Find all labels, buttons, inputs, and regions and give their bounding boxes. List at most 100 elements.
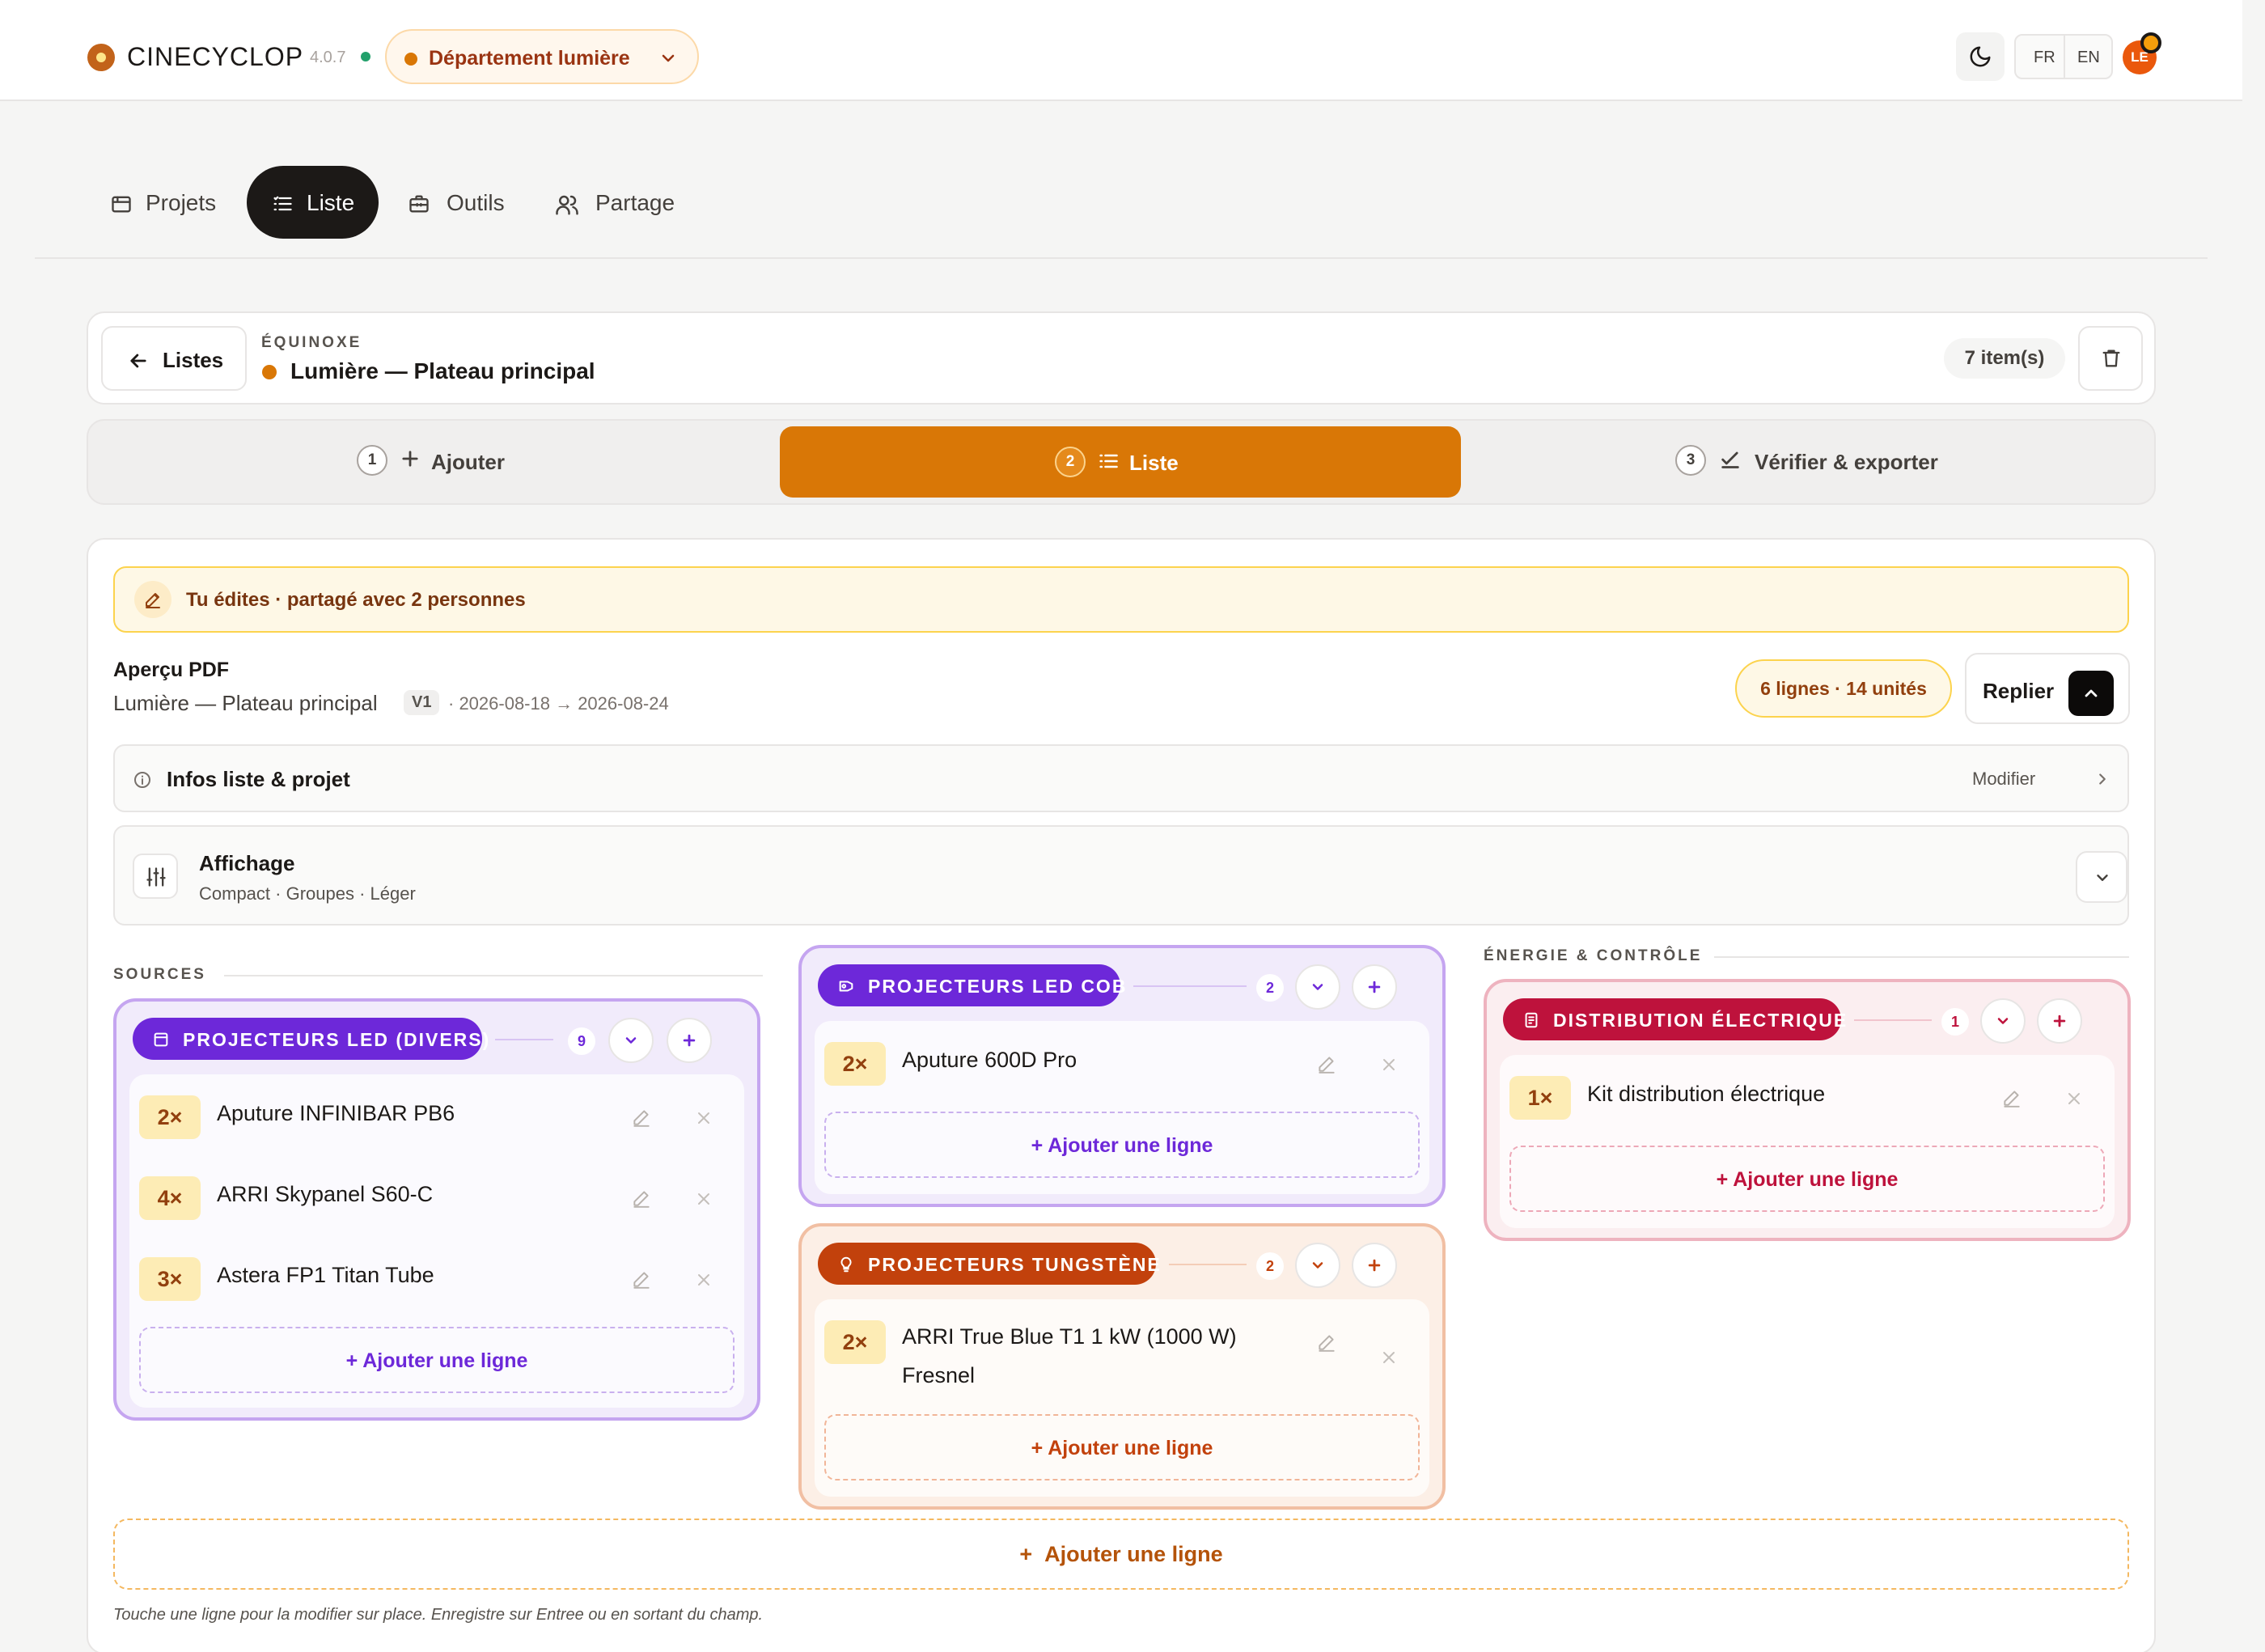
group-title-pill[interactable]: PROJECTEURS TUNGSTÈNE bbox=[818, 1243, 1160, 1285]
tab-label: Liste bbox=[307, 190, 355, 215]
list-color-dot bbox=[262, 365, 277, 379]
display-settings-toggle[interactable] bbox=[2076, 851, 2127, 903]
remove-icon[interactable] bbox=[694, 1189, 713, 1209]
group-distribution-electrique: DISTRIBUTION ÉLECTRIQUE 1 1× Kit distrib… bbox=[1484, 979, 2131, 1241]
summary-badge: 6 lignes · 14 unités bbox=[1735, 659, 1952, 718]
group-title-pill[interactable]: DISTRIBUTION ÉLECTRIQUE bbox=[1503, 998, 1846, 1040]
display-settings-row[interactable]: Affichage Compact · Groupes · Léger bbox=[113, 825, 2129, 926]
add-line-button[interactable]: + Ajouter une ligne bbox=[824, 1112, 1420, 1178]
edit-icon[interactable] bbox=[631, 1269, 652, 1290]
group-count: 9 bbox=[568, 1027, 595, 1055]
power-panel-icon bbox=[1525, 1012, 1538, 1028]
group-projecteurs-tungstene: PROJECTEURS TUNGSTÈNE 2 2× ARRI True Blu… bbox=[798, 1223, 1446, 1510]
banner-icon bbox=[134, 581, 171, 618]
edit-icon[interactable] bbox=[1316, 1053, 1337, 1074]
collapse-button[interactable]: Replier bbox=[1965, 653, 2130, 724]
delete-list-button[interactable] bbox=[2078, 326, 2143, 391]
edit-info-link[interactable]: Modifier bbox=[1972, 769, 2035, 790]
group-collapse-button[interactable] bbox=[1980, 998, 2026, 1044]
group-items: 2× Aputure INFINIBAR PB6 4× ARRI Skypane… bbox=[129, 1074, 744, 1408]
group-items: 2× ARRI True Blue T1 1 kW (1000 W) Fresn… bbox=[815, 1299, 1429, 1497]
item-name: Kit distribution électrique bbox=[1587, 1082, 1826, 1106]
back-to-lists-button[interactable]: Listes bbox=[101, 326, 247, 391]
tab-outils[interactable]: Outils bbox=[396, 166, 518, 239]
list-item[interactable]: 2× Aputure INFINIBAR PB6 bbox=[129, 1074, 744, 1155]
group-count: 1 bbox=[1941, 1008, 1969, 1036]
list-item[interactable]: 2× Aputure 600D Pro bbox=[815, 1021, 1429, 1102]
display-settings-icon-box bbox=[133, 854, 178, 899]
version-badge: V1 bbox=[404, 690, 440, 715]
item-quantity: 2× bbox=[824, 1042, 886, 1086]
lang-en-button[interactable]: EN bbox=[2077, 49, 2100, 67]
plus-icon bbox=[2053, 1014, 2066, 1027]
plus-icon bbox=[1368, 1259, 1381, 1272]
add-line-button[interactable]: + Ajouter une ligne bbox=[1509, 1146, 2105, 1212]
list-item[interactable]: 1× Kit distribution électrique bbox=[1500, 1055, 2115, 1136]
department-label: Département lumière bbox=[429, 47, 630, 70]
banner-text: Tu édites · partagé avec 2 personnes bbox=[186, 589, 526, 611]
group-title: PROJECTEURS LED COB bbox=[868, 976, 1128, 997]
list-item[interactable]: 2× ARRI True Blue T1 1 kW (1000 W) Fresn… bbox=[815, 1299, 1429, 1413]
step-verifier-exporter[interactable]: 3 Vérifier & exporter bbox=[1675, 421, 1967, 492]
lang-fr-button[interactable]: FR bbox=[2034, 49, 2055, 67]
tab-partage[interactable]: Partage bbox=[544, 166, 689, 239]
group-add-button[interactable] bbox=[1352, 1243, 1397, 1288]
tab-liste[interactable]: Liste bbox=[247, 166, 379, 239]
item-quantity: 2× bbox=[139, 1095, 201, 1139]
pdf-preview-subtitle: Lumière — Plateau principal bbox=[113, 691, 378, 715]
step-ajouter[interactable]: 1 Ajouter bbox=[357, 421, 567, 492]
step-label: Ajouter bbox=[431, 450, 505, 474]
tab-projets[interactable]: Projets bbox=[97, 166, 226, 239]
item-name: ARRI True Blue T1 1 kW (1000 W) Fresnel bbox=[902, 1324, 1237, 1387]
main-nav: Projets Liste Outils Partage bbox=[0, 166, 2265, 242]
remove-icon[interactable] bbox=[1379, 1055, 1399, 1074]
add-line-label: Ajouter une ligne bbox=[1733, 1168, 1899, 1191]
department-selector[interactable]: Département lumière bbox=[385, 29, 699, 84]
edit-icon[interactable] bbox=[631, 1107, 652, 1128]
item-name: Aputure 600D Pro bbox=[902, 1048, 1077, 1072]
list-item[interactable]: 3× Astera FP1 Titan Tube bbox=[129, 1236, 744, 1317]
list-item[interactable]: 4× ARRI Skypanel S60-C bbox=[129, 1155, 744, 1236]
app-version: 4.0.7 bbox=[310, 49, 346, 66]
group-title-pill[interactable]: PROJECTEURS LED (DIVERS) bbox=[133, 1018, 489, 1060]
group-title-pill[interactable]: PROJECTEURS LED COB bbox=[818, 964, 1125, 1006]
remove-icon[interactable] bbox=[694, 1108, 713, 1128]
editing-banner: Tu édites · partagé avec 2 personnes bbox=[113, 566, 2129, 633]
add-line-global-button[interactable]: + Ajouter une ligne bbox=[113, 1519, 2129, 1590]
remove-icon[interactable] bbox=[1379, 1348, 1399, 1367]
group-collapse-button[interactable] bbox=[1295, 1243, 1340, 1288]
list-title: Lumière — Plateau principal bbox=[290, 358, 595, 383]
group-collapse-button[interactable] bbox=[608, 1018, 654, 1063]
add-line-button[interactable]: + Ajouter une ligne bbox=[139, 1327, 735, 1393]
add-line-button[interactable]: + Ajouter une ligne bbox=[824, 1414, 1420, 1480]
add-line-label: Ajouter une ligne bbox=[1048, 1134, 1213, 1157]
language-switcher: FR EN bbox=[2014, 34, 2113, 79]
step-number: 1 bbox=[357, 445, 387, 476]
group-add-button[interactable] bbox=[667, 1018, 712, 1063]
top-bar: CINECYCLOP 4.0.7 Département lumière FR … bbox=[0, 0, 2242, 101]
collapse-chevron bbox=[2068, 671, 2114, 716]
plus-icon bbox=[402, 451, 418, 467]
edit-icon[interactable] bbox=[1316, 1332, 1337, 1353]
remove-icon[interactable] bbox=[2064, 1089, 2084, 1108]
group-add-button[interactable] bbox=[2037, 998, 2082, 1044]
arrow-left-icon bbox=[130, 354, 146, 368]
edit-icon[interactable] bbox=[631, 1188, 652, 1209]
project-name: ÉQUINOXE bbox=[261, 334, 362, 351]
group-line bbox=[1854, 1019, 1932, 1021]
step-liste[interactable]: 2 Liste bbox=[780, 426, 1461, 498]
list-info-row[interactable]: Infos liste & projet Modifier bbox=[113, 744, 2129, 812]
item-quantity: 2× bbox=[824, 1320, 886, 1364]
tab-label: Outils bbox=[447, 190, 505, 215]
remove-icon[interactable] bbox=[694, 1270, 713, 1290]
group-add-button[interactable] bbox=[1352, 964, 1397, 1010]
group-projecteurs-led-divers: PROJECTEURS LED (DIVERS) 9 2× Aputure IN… bbox=[113, 998, 760, 1421]
theme-toggle-button[interactable] bbox=[1956, 32, 2005, 81]
item-name: ARRI Skypanel S60-C bbox=[217, 1182, 434, 1206]
group-collapse-button[interactable] bbox=[1295, 964, 1340, 1010]
check-icon bbox=[1721, 451, 1739, 468]
edit-icon[interactable] bbox=[2001, 1087, 2022, 1108]
tab-label: Projets bbox=[146, 190, 217, 215]
panel-light-icon bbox=[154, 1032, 168, 1047]
plus-icon bbox=[1368, 981, 1381, 993]
